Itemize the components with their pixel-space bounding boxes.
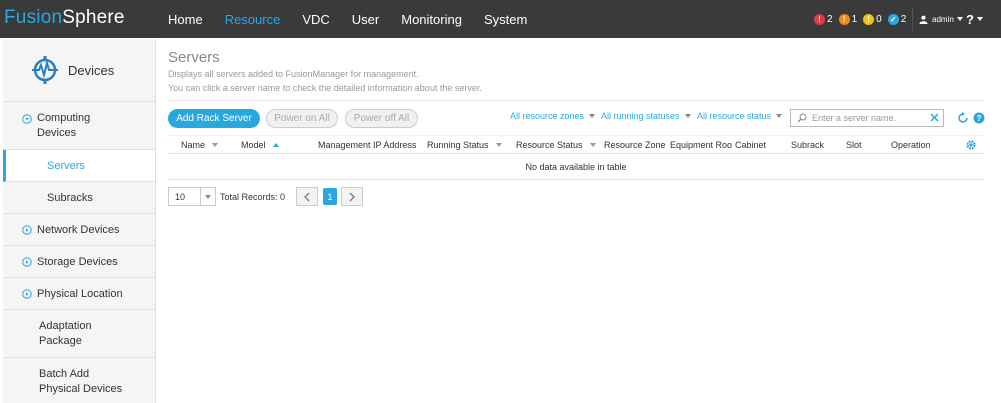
- chevron-down-icon: [976, 17, 983, 21]
- previous-page-button[interactable]: [296, 187, 318, 206]
- warning-alarm-icon: ✓: [887, 13, 899, 25]
- column-resource-zone: Resource Zone: [604, 140, 666, 150]
- top-bar: FusionSphere Home Resource VDC User Moni…: [0, 0, 1001, 38]
- total-records: Total Records: 0: [220, 192, 286, 202]
- main-nav: Home Resource VDC User Monitoring System: [168, 0, 549, 38]
- sidebar-item-batch-add-physical-devices[interactable]: Batch Add Physical Devices: [3, 358, 155, 403]
- column-equipment-room: Equipment Roo: [670, 140, 733, 150]
- resource-zone-filter[interactable]: All resource zones: [510, 111, 596, 121]
- page-description: Displays all servers added to FusionMana…: [168, 69, 419, 79]
- devices-icon: [32, 56, 58, 84]
- chevron-right-circle-icon: [22, 288, 32, 299]
- sidebar-item-network-devices[interactable]: Network Devices: [3, 214, 155, 246]
- column-model[interactable]: Model: [241, 140, 279, 150]
- nav-monitoring[interactable]: Monitoring: [401, 12, 462, 27]
- nav-system[interactable]: System: [484, 12, 527, 27]
- clear-search-icon[interactable]: [929, 112, 940, 123]
- header-divider: [912, 7, 913, 31]
- current-page[interactable]: 1: [323, 188, 337, 205]
- column-running-status[interactable]: Running Status: [427, 140, 502, 150]
- minor-alarm-icon: !: [863, 13, 875, 25]
- critical-alarm[interactable]: ! 2: [814, 13, 833, 25]
- running-status-filter[interactable]: All running statuses: [601, 111, 691, 121]
- sidebar-item-physical-location[interactable]: Physical Location: [3, 278, 155, 310]
- sidebar-item-computing-devices[interactable]: Computing Devices: [3, 102, 155, 150]
- user-icon: [919, 15, 928, 24]
- chevron-down-icon: [956, 17, 963, 21]
- page-title: Servers: [168, 49, 220, 66]
- chevron-down-icon: [684, 114, 691, 118]
- chevron-down-icon: [205, 194, 211, 199]
- chevron-down-icon: [589, 114, 596, 118]
- title-divider: [168, 100, 984, 101]
- chevron-down-icon: [776, 114, 783, 118]
- resource-status-filter[interactable]: All resource status: [697, 111, 783, 121]
- major-alarm[interactable]: ! 1: [838, 13, 857, 25]
- add-rack-server-button[interactable]: Add Rack Server: [168, 109, 260, 128]
- column-name[interactable]: Name: [181, 140, 219, 150]
- chevron-right-circle-icon: [22, 224, 32, 235]
- sidebar-item-subracks[interactable]: Subracks: [3, 182, 155, 214]
- sort-icon: [212, 143, 219, 147]
- gear-icon[interactable]: [965, 139, 977, 151]
- help-menu[interactable]: ?: [966, 0, 983, 38]
- nav-home[interactable]: Home: [168, 12, 203, 27]
- fusionsphere-logo[interactable]: FusionSphere: [4, 7, 125, 29]
- sidebar: Devices Computing Devices Servers Subrack…: [3, 39, 156, 403]
- column-slot: Slot: [846, 140, 862, 150]
- svg-text:?: ?: [977, 114, 982, 123]
- sort-ascending-icon: [272, 143, 279, 147]
- user-menu[interactable]: admin: [919, 0, 963, 38]
- column-management-ip: Management IP Address: [318, 140, 417, 150]
- server-search-input[interactable]: [812, 113, 930, 123]
- sidebar-item-adaptation-package[interactable]: Adaptation Package: [3, 310, 155, 358]
- help-icon[interactable]: ?: [973, 112, 985, 124]
- chevron-right-circle-icon: [22, 256, 32, 267]
- sidebar-header: Devices: [3, 39, 155, 102]
- column-operation: Operation: [891, 140, 931, 150]
- nav-user[interactable]: User: [352, 12, 379, 27]
- chevron-down-circle-icon: [22, 114, 32, 124]
- next-page-button[interactable]: [341, 187, 363, 206]
- chevron-right-icon: [349, 192, 355, 201]
- chevron-left-icon: [304, 192, 310, 201]
- table-empty-message: No data available in table: [168, 154, 984, 180]
- warning-alarm[interactable]: ✓ 2: [887, 13, 906, 25]
- major-alarm-icon: !: [838, 13, 850, 25]
- sort-icon: [589, 143, 596, 147]
- nav-resource[interactable]: Resource: [225, 12, 281, 27]
- minor-alarm[interactable]: ! 0: [863, 13, 882, 25]
- power-on-all-button[interactable]: Power on All: [266, 109, 338, 128]
- refresh-icon[interactable]: [957, 112, 969, 124]
- power-off-all-button[interactable]: Power off All: [345, 109, 418, 128]
- nav-vdc[interactable]: VDC: [302, 12, 329, 27]
- column-cabinet: Cabinet: [735, 140, 767, 150]
- sort-icon: [495, 143, 502, 147]
- critical-alarm-icon: !: [814, 13, 825, 25]
- server-search-box: [790, 109, 944, 127]
- search-icon: [797, 113, 807, 123]
- alarm-summary: ! 2 ! 1 ! 0 ✓ 2: [814, 0, 912, 38]
- server-table-header: Name Model Management IP Address Running…: [168, 135, 984, 154]
- sidebar-item-storage-devices[interactable]: Storage Devices: [3, 246, 155, 278]
- column-subrack: Subrack: [791, 140, 825, 150]
- page-size-select[interactable]: 10: [168, 187, 216, 206]
- sidebar-item-servers[interactable]: Servers: [3, 150, 155, 182]
- column-resource-status[interactable]: Resource Status: [516, 140, 596, 150]
- page-description-detail: You can click a server name to check the…: [168, 83, 482, 93]
